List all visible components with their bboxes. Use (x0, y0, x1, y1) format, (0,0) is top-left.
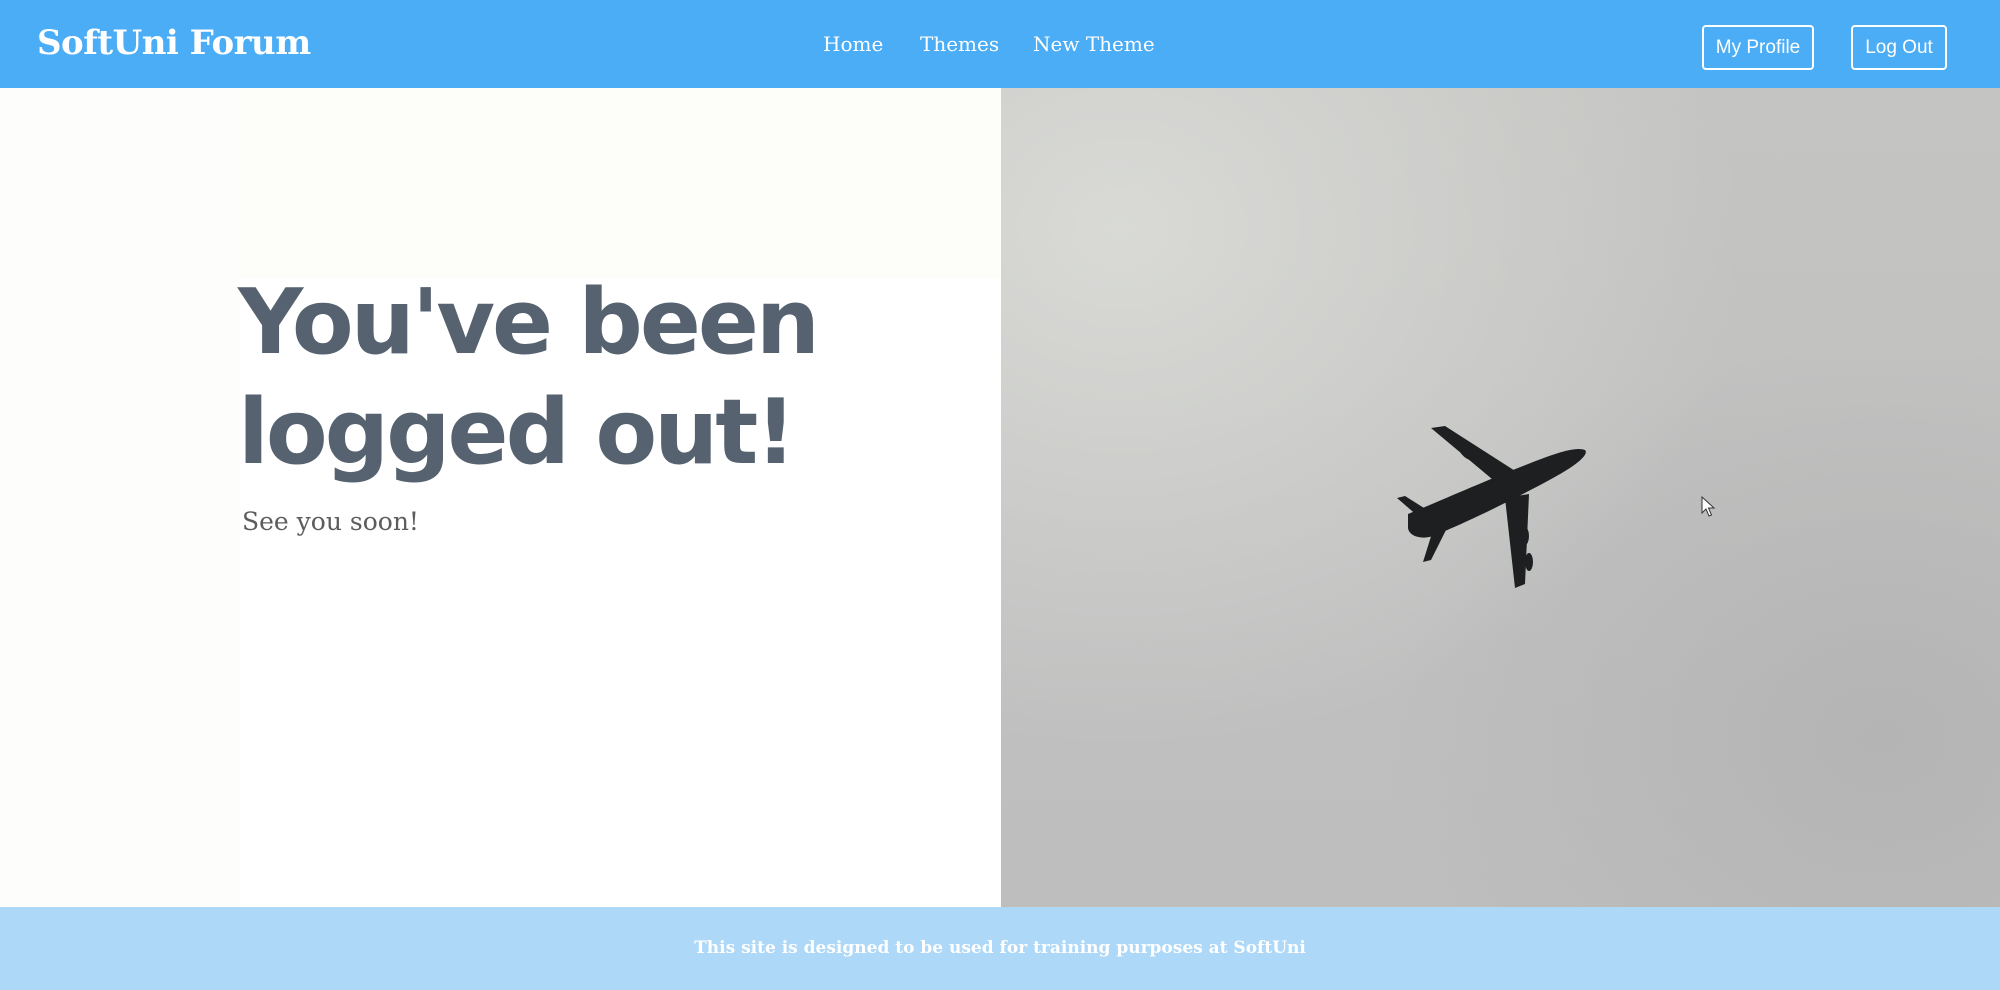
nav-home[interactable]: Home (823, 26, 883, 62)
page-title: You've been logged out! (238, 270, 820, 485)
mouse-cursor-icon (1701, 496, 1716, 517)
log-out-button[interactable]: Log Out (1851, 25, 1947, 70)
nav-new-theme[interactable]: New Theme (1033, 26, 1155, 62)
logout-message-panel: You've been logged out! See you soon! (0, 88, 1001, 907)
hero-image (1001, 88, 2000, 907)
panel-background (240, 88, 1001, 278)
nav-themes[interactable]: Themes (920, 26, 999, 62)
page-subtitle: See you soon! (242, 507, 419, 536)
top-header: SoftUni Forum Home Themes New Theme My P… (0, 0, 2000, 88)
brand-logo[interactable]: SoftUni Forum (37, 18, 311, 68)
airplane-icon (1397, 426, 1586, 588)
footer-text: This site is designed to be used for tra… (694, 938, 1306, 958)
page-footer: This site is designed to be used for tra… (0, 907, 2000, 990)
my-profile-button[interactable]: My Profile (1702, 25, 1814, 70)
